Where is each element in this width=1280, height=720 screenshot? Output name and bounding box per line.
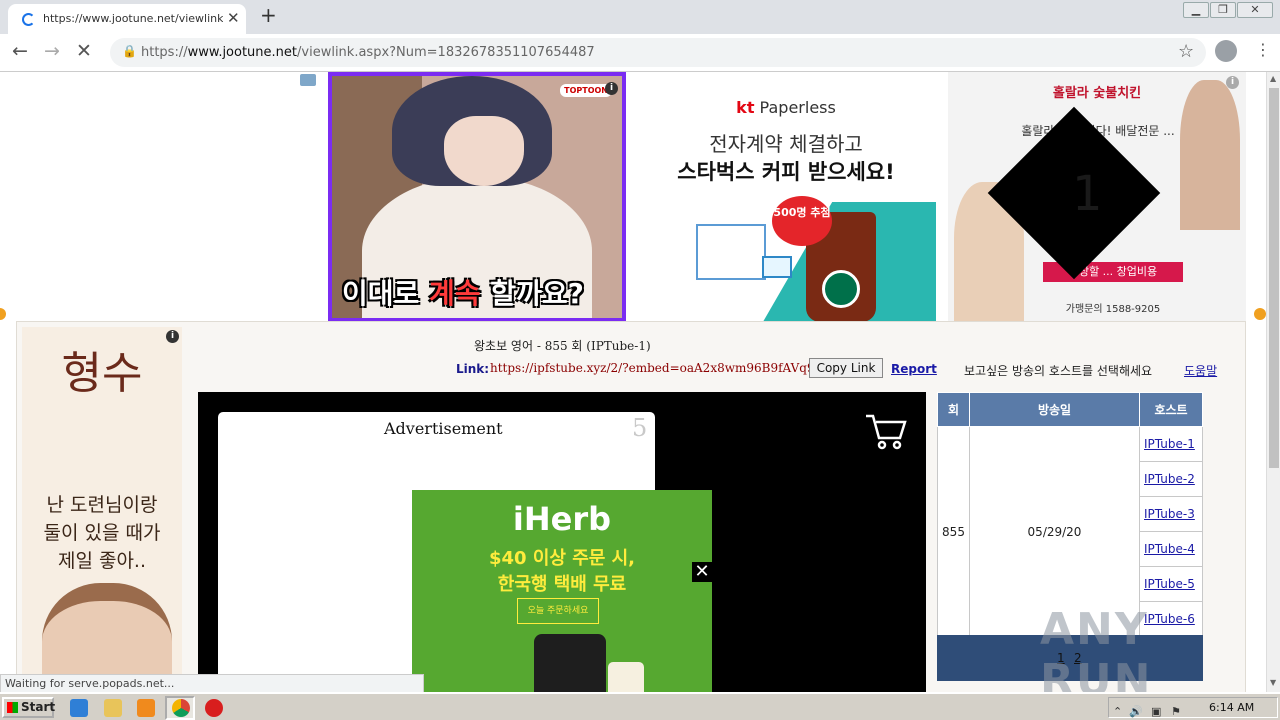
contract-document-icon bbox=[696, 224, 766, 280]
scroll-up-icon[interactable]: ▲ bbox=[1270, 74, 1276, 83]
advertisement-title: Advertisement bbox=[384, 419, 503, 438]
address-bar[interactable]: 🔒 https://www.jootune.net/viewlink.aspx?… bbox=[110, 38, 1206, 67]
host-link-iptube-4[interactable]: IPTube-4 bbox=[1144, 542, 1195, 556]
host-link-iptube-5[interactable]: IPTube-5 bbox=[1144, 577, 1195, 591]
host-cell: IPTube-1 bbox=[1139, 426, 1203, 462]
ad-illustration bbox=[444, 116, 524, 186]
decorative-dot bbox=[1254, 308, 1266, 320]
episode-cell: 855 bbox=[937, 426, 970, 637]
loading-spinner-icon bbox=[22, 13, 35, 26]
order-now-button[interactable]: 오늘 주문하세요 bbox=[517, 598, 599, 624]
host-select-prompt: 보고싶은 방송의 호스트를 선택해세요 bbox=[964, 364, 1153, 378]
url-text[interactable]: https://www.jootune.net/viewlink.aspx?Nu… bbox=[141, 45, 595, 60]
browser-toolbar: ← → ✕ 🔒 https://www.jootune.net/viewlink… bbox=[0, 34, 1280, 72]
status-bar: Waiting for serve.popads.net... bbox=[0, 674, 424, 692]
left-side-ad[interactable]: 형수 난 도련님이랑 둘이 있을 때가 제일 좋아.. bbox=[22, 327, 182, 692]
overlay-number: 1 bbox=[1072, 166, 1103, 222]
iherb-logo: iHerb bbox=[512, 500, 612, 538]
scroll-down-icon[interactable]: ▼ bbox=[1270, 678, 1276, 687]
ad-headline: 한국행 택배 무료 bbox=[497, 574, 627, 595]
table-row: 855 05/29/20 IPTube-1 bbox=[937, 426, 1203, 637]
product-image bbox=[534, 634, 606, 692]
security-alert-icon[interactable] bbox=[205, 699, 223, 717]
ad-title: 형수 bbox=[61, 348, 143, 399]
ad-choices-icon[interactable] bbox=[300, 74, 316, 86]
media-player-icon[interactable] bbox=[137, 699, 155, 717]
clock: 6:14 AM bbox=[1209, 701, 1255, 714]
kt-paperless-ad[interactable]: kt Paperless 전자계약 체결하고 스타벅스 커피 받으세요! 500… bbox=[636, 72, 936, 322]
taskbar: Start ⌃ 🔊 ▣ ⚑ 6:14 AM bbox=[0, 692, 1280, 720]
report-link[interactable]: Report bbox=[891, 362, 937, 376]
ad-info-icon[interactable]: i bbox=[166, 330, 179, 343]
column-header: 호스트 bbox=[1139, 392, 1203, 427]
host-cell: IPTube-3 bbox=[1139, 496, 1203, 532]
host-cell: IPTube-2 bbox=[1139, 461, 1203, 497]
minimize-button[interactable]: ▁ bbox=[1183, 2, 1209, 18]
ad-info-icon[interactable]: i bbox=[605, 82, 618, 95]
profile-avatar-icon[interactable] bbox=[1215, 40, 1237, 62]
ad-info-icon[interactable]: i bbox=[1226, 76, 1239, 89]
product-image bbox=[608, 662, 644, 692]
starbucks-logo bbox=[822, 270, 860, 308]
ad-model-image bbox=[1180, 80, 1240, 230]
ad-caption: 이대로 계속 할까요? bbox=[342, 277, 584, 310]
ad-countdown: 5 bbox=[632, 414, 648, 442]
host-link-iptube-3[interactable]: IPTube-3 bbox=[1144, 507, 1195, 521]
shopping-cart-icon[interactable] bbox=[864, 412, 908, 452]
anyrun-watermark: ANY RUN bbox=[1040, 604, 1153, 692]
copy-link-button[interactable]: Copy Link bbox=[809, 358, 883, 378]
action-center-flag-icon[interactable]: ⚑ bbox=[1171, 705, 1181, 718]
chrome-taskbar-button[interactable] bbox=[165, 696, 195, 720]
host-link-iptube-2[interactable]: IPTube-2 bbox=[1144, 472, 1195, 486]
browser-menu-icon[interactable]: ⋮ bbox=[1255, 40, 1271, 59]
ad-text: 난 도련님이랑 둘이 있을 때가 제일 좋아.. bbox=[43, 494, 161, 572]
page-viewport: TOPTOON 이대로 계속 할까요? i kt Paperless 전자계약 … bbox=[0, 72, 1266, 692]
ad-phone: 가맹문의 1588-9205 bbox=[1065, 304, 1161, 315]
ad-headline-bold: 스타벅스 커피 받으세요! bbox=[677, 160, 895, 184]
host-cell: IPTube-4 bbox=[1139, 531, 1203, 567]
iherb-ad[interactable]: iHerb $40 이상 주문 시, 한국행 택배 무료 오늘 주문하세요 bbox=[412, 490, 712, 692]
lock-icon: 🔒 bbox=[122, 44, 137, 58]
decorative-dot bbox=[0, 308, 6, 320]
tab-strip: https://www.jootune.net/viewlink.a ✕ + ▁… bbox=[0, 0, 1280, 34]
vertical-scrollbar[interactable]: ▲ ▼ bbox=[1266, 72, 1280, 692]
volume-icon[interactable]: 🔊 bbox=[1129, 705, 1143, 718]
ad-headline: 전자계약 체결하고 bbox=[709, 132, 863, 156]
giveaway-badge: 500명 추첨 bbox=[772, 196, 832, 246]
bookmark-star-icon[interactable]: ☆ bbox=[1178, 41, 1194, 62]
embed-link-url[interactable]: https://ipfstube.xyz/2/?embed=oaA2x8wm96… bbox=[490, 361, 815, 375]
mail-icon bbox=[762, 256, 792, 278]
tray-expand-icon[interactable]: ⌃ bbox=[1113, 705, 1122, 718]
webtoon-banner-ad[interactable]: TOPTOON 이대로 계속 할까요? bbox=[328, 72, 626, 322]
ad-close-button[interactable]: ✕ bbox=[692, 562, 712, 582]
folder-icon[interactable] bbox=[104, 699, 122, 717]
tab-title: https://www.jootune.net/viewlink.a bbox=[43, 12, 223, 25]
host-cell: IPTube-5 bbox=[1139, 566, 1203, 602]
column-header: 회 bbox=[937, 392, 970, 427]
network-icon[interactable]: ▣ bbox=[1151, 705, 1161, 718]
host-link-iptube-1[interactable]: IPTube-1 bbox=[1144, 437, 1195, 451]
forward-icon[interactable]: → bbox=[44, 40, 60, 62]
column-header: 방송일 bbox=[969, 392, 1140, 427]
stop-icon[interactable]: ✕ bbox=[76, 40, 92, 62]
windows-logo-icon bbox=[7, 702, 18, 713]
chrome-icon bbox=[172, 699, 190, 717]
tab-close-icon[interactable]: ✕ bbox=[227, 9, 240, 27]
link-label: Link: bbox=[456, 362, 490, 376]
ad-headline: $40 이상 주문 시, bbox=[488, 548, 635, 569]
window-close-button[interactable]: ✕ bbox=[1237, 2, 1273, 18]
episode-title: 왕초보 영어 - 855 회 (IPTube-1) bbox=[474, 339, 651, 353]
back-icon[interactable]: ← bbox=[12, 40, 28, 62]
help-link[interactable]: 도움말 bbox=[1184, 362, 1217, 379]
kt-brand: kt Paperless bbox=[736, 98, 836, 117]
new-tab-button[interactable]: + bbox=[260, 3, 277, 27]
host-table: 회 방송일 호스트 855 05/29/20 IPTube-1 IPTube-2… bbox=[937, 392, 1203, 637]
maximize-button[interactable]: ❐ bbox=[1210, 2, 1236, 18]
start-button[interactable]: Start bbox=[2, 697, 55, 718]
scroll-thumb[interactable] bbox=[1269, 88, 1279, 468]
browser-tab[interactable]: https://www.jootune.net/viewlink.a ✕ bbox=[8, 4, 246, 34]
ie-icon[interactable] bbox=[70, 699, 88, 717]
table-header-row: 회 방송일 호스트 bbox=[937, 392, 1203, 427]
